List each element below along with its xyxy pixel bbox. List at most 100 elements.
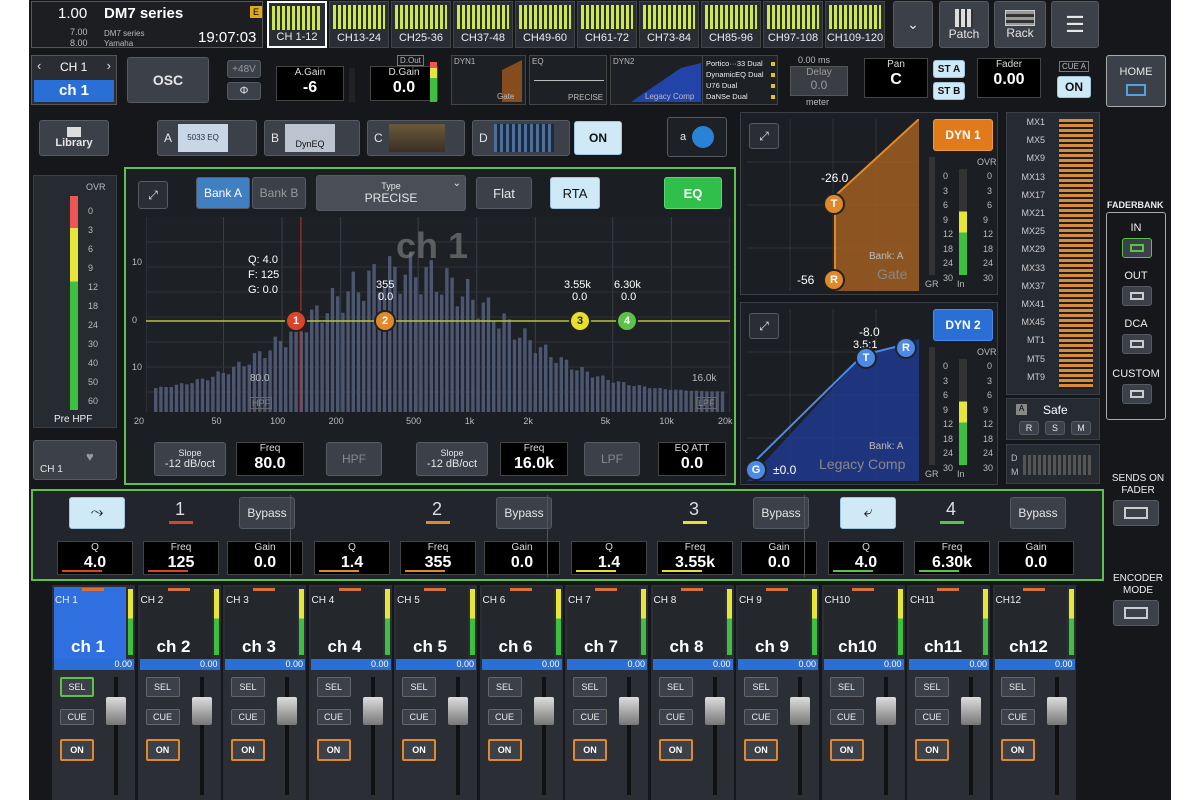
faderbank-custom-button[interactable] [1122, 384, 1152, 404]
eq-band2-node[interactable]: 2 [374, 310, 396, 332]
eq-att-display[interactable]: EQ ATT 0.0 [658, 442, 726, 476]
channel-tab-10[interactable]: CH109-120 [825, 1, 885, 48]
band4-freq-display[interactable]: Freq 6.30k [914, 541, 990, 575]
eq-band4-node[interactable]: 4 [616, 310, 638, 332]
lpf-button[interactable]: LPF [584, 442, 640, 476]
bank-a-button[interactable]: Bank A [196, 177, 250, 209]
fader-cap[interactable] [362, 697, 383, 725]
faderbank-dca-button[interactable] [1122, 334, 1152, 354]
cue-button[interactable]: CUE [316, 709, 351, 725]
channel-tab-3[interactable]: CH25-36 [391, 1, 451, 48]
lpf-slope-select[interactable]: Slope -12 dB/oct [416, 442, 488, 476]
on-button[interactable]: ON [829, 739, 864, 761]
sel-button[interactable]: SEL [1000, 677, 1035, 697]
delay-display[interactable]: 0.00 ms Delay 0.0 meter [784, 55, 854, 107]
plugin-item[interactable]: DynamicEQ Dual [706, 70, 776, 79]
st-b-button[interactable]: ST B [933, 82, 965, 100]
band3-freq-display[interactable]: Freq 3.55k [657, 541, 733, 575]
cue-button[interactable]: CUE [60, 709, 94, 725]
band2-gain-display[interactable]: Gain 0.0 [484, 541, 560, 575]
eq-type-select[interactable]: Type PRECISE ⌄ [316, 175, 466, 211]
channel-select[interactable]: ‹ CH 1 › ch 1 [31, 55, 117, 105]
next-channel-icon[interactable]: › [107, 58, 111, 73]
on-button[interactable]: ON [60, 739, 94, 761]
on-button[interactable]: ON [487, 739, 522, 761]
fader-cap[interactable] [704, 697, 725, 725]
channel-tab-7[interactable]: CH73-84 [639, 1, 699, 48]
sends-on-fader-button[interactable] [1113, 500, 1159, 526]
band1-bypass-button[interactable]: Bypass [239, 497, 295, 529]
phantom-power-button[interactable]: +48V [227, 60, 261, 78]
dyn2-button[interactable]: DYN 2 [933, 309, 993, 341]
safe-mute-button[interactable]: M [1071, 421, 1091, 435]
fader-cap[interactable] [448, 697, 468, 725]
band2-bypass-button[interactable]: Bypass [496, 497, 552, 529]
fader-cap[interactable] [106, 697, 126, 725]
on-button[interactable]: ON [316, 739, 351, 761]
insert-a-slot[interactable]: A 5033 EQ [157, 120, 257, 156]
comp-ratio-node[interactable]: R [895, 337, 917, 359]
sel-button[interactable]: SEL [316, 677, 351, 697]
hpf-slope-select[interactable]: Slope -12 dB/oct [154, 442, 226, 476]
plugin-item[interactable]: DaNSe Dual [706, 92, 776, 101]
on-button[interactable]: ON [573, 739, 607, 761]
encoder-mode-button[interactable] [1113, 600, 1159, 626]
eq-on-button[interactable]: EQ [664, 177, 722, 209]
channel-tab-2[interactable]: CH13-24 [329, 1, 389, 48]
eq-band1-node[interactable]: 1 [285, 310, 307, 332]
fader-cap[interactable] [1046, 697, 1067, 725]
channel-on-button[interactable]: ON [1057, 76, 1091, 98]
digital-gain-display[interactable]: D.Gain 0.0 [370, 66, 438, 101]
cue-button[interactable]: CUE [231, 709, 265, 725]
safe-panel[interactable]: A Safe R S M [1006, 398, 1100, 440]
fader-cap[interactable] [619, 697, 639, 725]
cue-button[interactable]: CUE [145, 709, 180, 725]
cue-button[interactable]: CUE [1000, 709, 1035, 725]
band3-gain-display[interactable]: Gain 0.0 [741, 541, 817, 575]
fader-cap[interactable] [533, 697, 554, 725]
lpf-freq-display[interactable]: Freq 16.0k [500, 442, 568, 476]
home-button[interactable]: HOME [1106, 55, 1166, 107]
fader-cap[interactable] [875, 697, 896, 725]
plugin-list[interactable]: Portico···33 Dual DynamicEQ Dual U76 Dual D… [702, 55, 778, 105]
sel-button[interactable]: SEL [60, 677, 94, 697]
expand-eq-icon[interactable]: ⤢ [138, 181, 168, 209]
st-a-button[interactable]: ST A [933, 60, 965, 78]
pan-display[interactable]: Pan C [864, 58, 928, 98]
on-button[interactable]: ON [1000, 739, 1035, 761]
phase-button[interactable]: Φ [227, 82, 261, 100]
on-button[interactable]: ON [915, 739, 949, 761]
plugin-item[interactable]: Portico···33 Dual [706, 59, 776, 68]
faderbank-in-button[interactable] [1122, 238, 1152, 258]
channel-tab-8[interactable]: CH85-96 [701, 1, 761, 48]
menu-icon[interactable]: ☰ [1051, 1, 1099, 48]
dyn2-mini-display[interactable]: DYN2 Legacy Comp [610, 55, 705, 105]
hpf-button[interactable]: HPF [326, 442, 382, 476]
osc-button[interactable]: OSC [127, 57, 209, 103]
band3-q-display[interactable]: Q 1.4 [571, 541, 647, 575]
sel-button[interactable]: SEL [573, 677, 607, 697]
mix-sends-panel[interactable]: MX1 MX5 MX9 MX13 MX17 MX21 MX25 MX29 MX33 MX37 MX4… [1006, 112, 1100, 395]
safe-recall-button[interactable]: R [1019, 421, 1039, 435]
eq-band3-node[interactable]: 3 [569, 310, 591, 332]
channel-tab-6[interactable]: CH61-72 [577, 1, 637, 48]
chevron-down-icon[interactable]: ⌄ [893, 1, 933, 48]
bank-b-button[interactable]: Bank B [252, 177, 306, 209]
analog-gain-display[interactable]: A.Gain -6 [276, 66, 344, 101]
sel-button[interactable]: SEL [402, 677, 436, 697]
sel-button[interactable]: SEL [487, 677, 522, 697]
on-button[interactable]: ON [145, 739, 180, 761]
cue-button[interactable]: CUE [573, 709, 607, 725]
band2-freq-display[interactable]: Freq 355 [400, 541, 476, 575]
insert-on-button[interactable]: ON [574, 121, 622, 155]
on-button[interactable]: ON [658, 739, 693, 761]
channel-color-button[interactable]: CH 1 ♥ [33, 440, 117, 480]
fader-display[interactable]: Fader 0.00 [977, 58, 1041, 98]
band1-gain-display[interactable]: Gain 0.0 [227, 541, 303, 575]
sel-button[interactable]: SEL [145, 677, 180, 697]
insert-d-slot[interactable]: D [472, 120, 570, 156]
sel-button[interactable]: SEL [915, 677, 949, 697]
safe-solo-button[interactable]: S [1045, 421, 1065, 435]
cue-button[interactable]: CUE [915, 709, 949, 725]
band4-bypass-button[interactable]: Bypass [1010, 497, 1066, 529]
